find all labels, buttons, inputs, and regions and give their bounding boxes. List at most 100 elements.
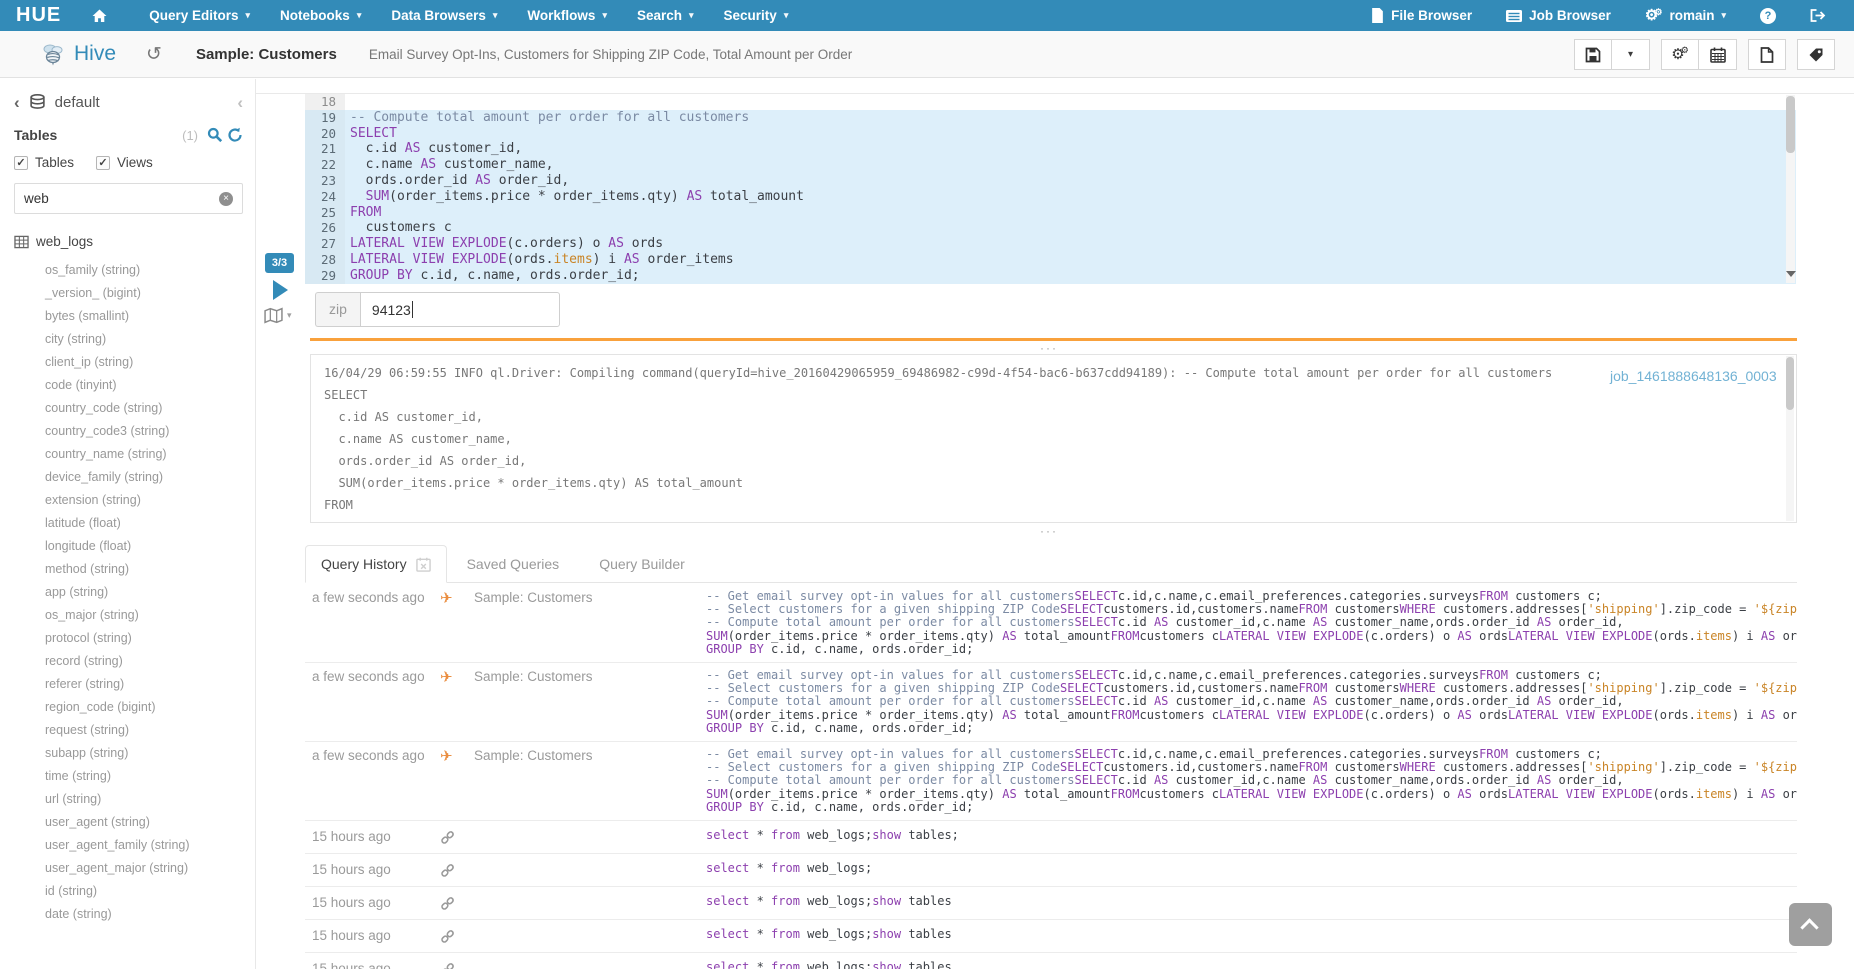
collapse-sidebar-icon[interactable]: ‹ [237,94,243,111]
column-item[interactable]: city (string) [0,328,255,351]
resize-gripper[interactable]: ··· [1040,341,1058,355]
history-row[interactable]: 15 hours ago select * from web_logs;show… [305,887,1797,920]
logout-button[interactable] [1798,0,1838,31]
job-link[interactable]: job_1461888648136_0003 [1601,364,1786,388]
hue-logo[interactable]: HUE [16,4,61,27]
sql-editor[interactable]: 181920212223242526272829 -- Compute tota… [305,94,1796,284]
chevron-down-icon: ▾ [1628,50,1633,60]
history-row[interactable]: a few seconds ago ✈ Sample: Customers --… [305,584,1797,663]
column-item[interactable]: country_code (string) [0,397,255,420]
resize-gripper[interactable]: ··· [1040,524,1058,538]
column-item[interactable]: longitude (float) [0,535,255,558]
top-navbar: HUE Query Editors▾ Notebooks▾ Data Brows… [0,0,1854,31]
tab-query-builder[interactable]: Query Builder [579,546,705,582]
tags-button[interactable] [1797,39,1835,70]
hive-logo-icon [40,41,66,67]
nav-search[interactable]: Search▾ [622,0,709,31]
help-button[interactable]: ? [1748,0,1788,31]
nav-file-browser[interactable]: File Browser [1359,0,1484,31]
column-item[interactable]: region_code (bigint) [0,696,255,719]
nav-data-browsers[interactable]: Data Browsers▾ [376,0,512,31]
nav-workflows[interactable]: Workflows▾ [512,0,622,31]
column-item[interactable]: country_name (string) [0,443,255,466]
nav-user-menu[interactable]: ⚙⚙ romain ▾ [1633,0,1738,31]
column-item[interactable]: protocol (string) [0,627,255,650]
refresh-icon[interactable] [227,127,243,143]
history-row[interactable]: 15 hours ago select * from web_logs;show… [305,920,1797,953]
column-item[interactable]: os_major (string) [0,604,255,627]
hive-app-link[interactable]: Hive [40,41,116,67]
chevron-down-icon: ▾ [493,11,498,20]
editor-options-dropdown[interactable]: ▾ [264,307,292,324]
history-row[interactable]: a few seconds ago ✈ Sample: Customers --… [305,742,1797,821]
column-item[interactable]: id (string) [0,880,255,903]
query-history-icon[interactable]: ↺ [146,43,162,66]
column-item[interactable]: subapp (string) [0,742,255,765]
column-item[interactable]: _version_ (bigint) [0,282,255,305]
variable-zip-input[interactable]: 94123 [360,292,560,327]
gears-icon: ⚙⚙ [1671,46,1689,64]
history-row[interactable]: 15 hours ago select * from web_logs; [305,854,1797,887]
back-chevron-icon[interactable]: ‹ [14,94,20,111]
column-item[interactable]: country_code3 (string) [0,420,255,443]
filter-views-checkbox[interactable]: ✓ Views [96,155,153,170]
table-item-web-logs[interactable]: web_logs [0,229,255,254]
nav-security[interactable]: Security▾ [709,0,804,31]
column-item[interactable]: time (string) [0,765,255,788]
column-item[interactable]: bytes (smallint) [0,305,255,328]
history-query-name [474,928,706,944]
plane-icon: ✈ [440,670,453,735]
column-item[interactable]: client_ip (string) [0,351,255,374]
nav-job-browser[interactable]: Job Browser [1494,0,1623,31]
column-item[interactable]: device_family (string) [0,466,255,489]
history-row[interactable]: a few seconds ago ✈ Sample: Customers --… [305,663,1797,742]
checkbox-check-icon: ✓ [14,156,28,170]
column-item[interactable]: user_agent (string) [0,811,255,834]
search-icon[interactable] [207,127,223,143]
tab-query-history[interactable]: Query History [305,545,447,583]
log-scrollbar-thumb[interactable] [1786,357,1794,410]
editor-gutter[interactable]: 181920212223242526272829 [305,94,345,284]
clear-filter-icon[interactable]: × [219,192,233,206]
column-item[interactable]: url (string) [0,788,255,811]
editor-scrollbar-thumb[interactable] [1786,96,1795,153]
nav-notebooks[interactable]: Notebooks▾ [265,0,376,31]
scroll-to-top-button[interactable] [1789,903,1832,946]
filter-tables-checkbox[interactable]: ✓ Tables [14,155,74,170]
column-item[interactable]: date (string) [0,903,255,926]
tables-header: Tables [14,127,57,143]
query-title[interactable]: Sample: Customers [196,46,337,63]
editor-scroll-down-icon[interactable] [1786,271,1796,277]
table-filter-input[interactable]: web × [14,183,243,214]
database-icon[interactable] [29,94,46,111]
save-dropdown-button[interactable]: ▾ [1612,39,1650,70]
history-row[interactable]: 15 hours ago select * from web_logs;show… [305,953,1797,969]
nav-query-editors[interactable]: Query Editors▾ [134,0,265,31]
column-item[interactable]: code (tinyint) [0,374,255,397]
column-item[interactable]: record (string) [0,650,255,673]
column-item[interactable]: user_agent_major (string) [0,857,255,880]
history-query-name [474,895,706,911]
column-item[interactable]: os_family (string) [0,259,255,282]
new-query-button[interactable] [1748,39,1786,70]
query-log-panel[interactable]: 16/04/29 06:59:55 INFO ql.Driver: Compil… [310,354,1797,523]
log-line: SUM(order_items.price * order_items.qty)… [324,472,1796,494]
column-item[interactable]: request (string) [0,719,255,742]
settings-button[interactable]: ⚙⚙ [1661,39,1699,70]
history-row[interactable]: 15 hours ago select * from web_logs;show… [305,821,1797,854]
schedule-button[interactable] [1699,39,1737,70]
sidebar-divider [255,79,256,969]
column-item[interactable]: user_agent_family (string) [0,834,255,857]
question-icon: ? [1760,8,1776,24]
home-icon[interactable] [91,8,108,24]
column-item[interactable]: app (string) [0,581,255,604]
column-item[interactable]: extension (string) [0,489,255,512]
column-item[interactable]: referer (string) [0,673,255,696]
save-button[interactable] [1574,39,1612,70]
database-name[interactable]: default [55,94,100,111]
execute-button[interactable] [273,280,288,300]
column-item[interactable]: method (string) [0,558,255,581]
list-icon [1506,9,1522,23]
tab-saved-queries[interactable]: Saved Queries [447,546,580,582]
column-item[interactable]: latitude (float) [0,512,255,535]
